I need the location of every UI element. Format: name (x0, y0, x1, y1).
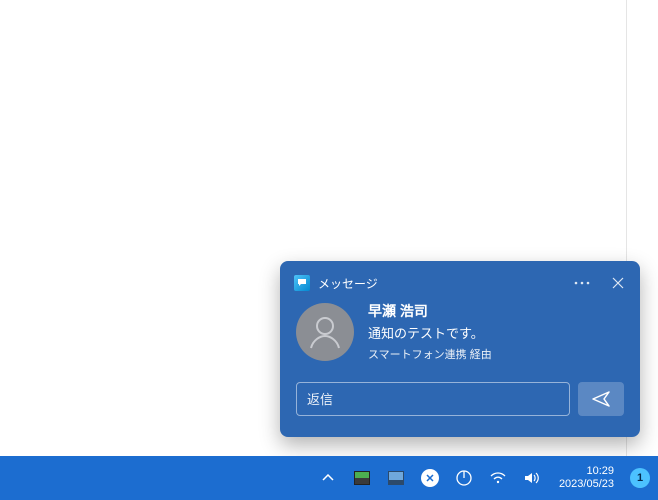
toast-app-name: メッセージ (318, 275, 572, 292)
taskbar: ✕ 10:29 2023/05/23 1 (0, 456, 658, 500)
clock-time: 10:29 (559, 465, 614, 478)
toast-header: メッセージ (280, 261, 640, 301)
power-icon[interactable] (453, 467, 475, 489)
message-preview: 通知のテストです。 (368, 323, 624, 342)
wifi-icon[interactable] (487, 467, 509, 489)
volume-icon[interactable] (521, 467, 543, 489)
system-tray: ✕ 10:29 2023/05/23 1 (317, 456, 658, 500)
reply-input[interactable] (296, 382, 570, 416)
tray-app-icon-1[interactable] (351, 467, 373, 489)
toast-close-button[interactable] (608, 273, 628, 293)
tray-status-icon[interactable]: ✕ (419, 467, 441, 489)
clock[interactable]: 10:29 2023/05/23 (555, 465, 618, 491)
tray-app-icon-2[interactable] (385, 467, 407, 489)
notification-toast: メッセージ 早瀬 浩司 通知のテストです。 スマートフォン連携 経由 (280, 261, 640, 437)
notification-center-badge[interactable]: 1 (630, 468, 650, 488)
via-label: スマートフォン連携 経由 (368, 346, 624, 362)
sender-name: 早瀬 浩司 (368, 301, 624, 321)
toast-body: 早瀬 浩司 通知のテストです。 スマートフォン連携 経由 (280, 301, 640, 362)
sender-avatar (296, 303, 354, 361)
tray-overflow-button[interactable] (317, 467, 339, 489)
toast-more-button[interactable] (572, 273, 592, 293)
send-button[interactable] (578, 382, 624, 416)
messages-app-icon (294, 275, 310, 291)
clock-date: 2023/05/23 (559, 478, 614, 491)
